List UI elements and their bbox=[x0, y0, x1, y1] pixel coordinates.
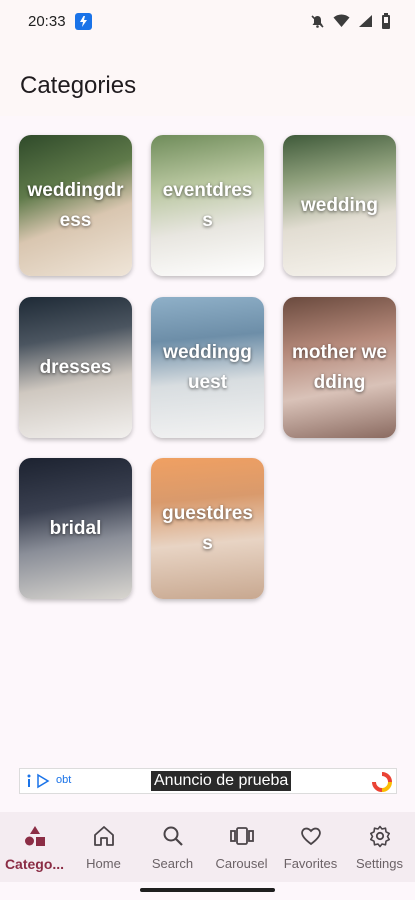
nav-item-favorites[interactable]: Favorites bbox=[276, 812, 345, 882]
category-label: bridal bbox=[49, 517, 102, 539]
status-icons bbox=[310, 13, 391, 34]
category-card[interactable]: wedding bbox=[283, 135, 396, 276]
bottom-navigation: Catego... Home Search Carousel Favorites… bbox=[0, 812, 415, 882]
category-card[interactable]: dresses bbox=[19, 297, 132, 438]
search-icon bbox=[161, 824, 185, 853]
nav-label: Catego... bbox=[4, 856, 65, 872]
ad-banner[interactable]: obt Anuncio de prueba bbox=[19, 768, 397, 794]
category-label: dresses bbox=[39, 356, 112, 378]
gear-icon bbox=[368, 824, 392, 853]
category-card[interactable]: weddingdress bbox=[19, 135, 132, 276]
categories-icon bbox=[23, 824, 47, 853]
category-card[interactable]: bridal bbox=[19, 458, 132, 599]
nav-label: Favorites bbox=[283, 856, 338, 871]
wifi-icon bbox=[333, 14, 350, 33]
mute-icon bbox=[310, 14, 325, 34]
category-card[interactable]: weddingguest bbox=[151, 297, 264, 438]
nav-item-settings[interactable]: Settings bbox=[345, 812, 414, 882]
app-notification-icon bbox=[75, 13, 92, 30]
category-label: mother wedding bbox=[291, 341, 388, 393]
heart-icon bbox=[299, 824, 323, 853]
nav-label: Home bbox=[86, 856, 121, 871]
nav-item-search[interactable]: Search bbox=[138, 812, 207, 882]
category-label: weddingguest bbox=[163, 341, 252, 393]
signal-icon bbox=[358, 14, 373, 33]
ad-logo-icon bbox=[372, 772, 392, 797]
status-time: 20:33 bbox=[28, 13, 66, 30]
category-card[interactable]: mother wedding bbox=[283, 297, 396, 438]
category-label: wedding bbox=[300, 194, 379, 216]
home-icon bbox=[92, 824, 116, 853]
nav-label: Settings bbox=[356, 856, 403, 871]
app-bar: Categories bbox=[0, 44, 415, 116]
ad-text: Anuncio de prueba bbox=[151, 771, 292, 791]
category-label: eventdress bbox=[162, 179, 253, 231]
status-bar: 20:33 bbox=[0, 0, 415, 44]
category-label: guestdress bbox=[162, 502, 253, 554]
nav-item-carousel[interactable]: Carousel bbox=[207, 812, 276, 882]
ad-info-label: obt bbox=[56, 774, 72, 786]
nav-item-categories[interactable]: Catego... bbox=[0, 812, 69, 882]
page-title: Categories bbox=[20, 72, 137, 99]
gesture-bar[interactable] bbox=[140, 888, 275, 892]
category-card[interactable]: guestdress bbox=[151, 458, 264, 599]
category-card[interactable]: eventdress bbox=[151, 135, 264, 276]
nav-label: Search bbox=[151, 856, 194, 871]
nav-item-home[interactable]: Home bbox=[69, 812, 138, 882]
nav-label: Carousel bbox=[215, 856, 268, 871]
battery-icon bbox=[381, 13, 391, 34]
category-label: weddingdress bbox=[27, 179, 124, 231]
carousel-icon bbox=[229, 824, 255, 853]
